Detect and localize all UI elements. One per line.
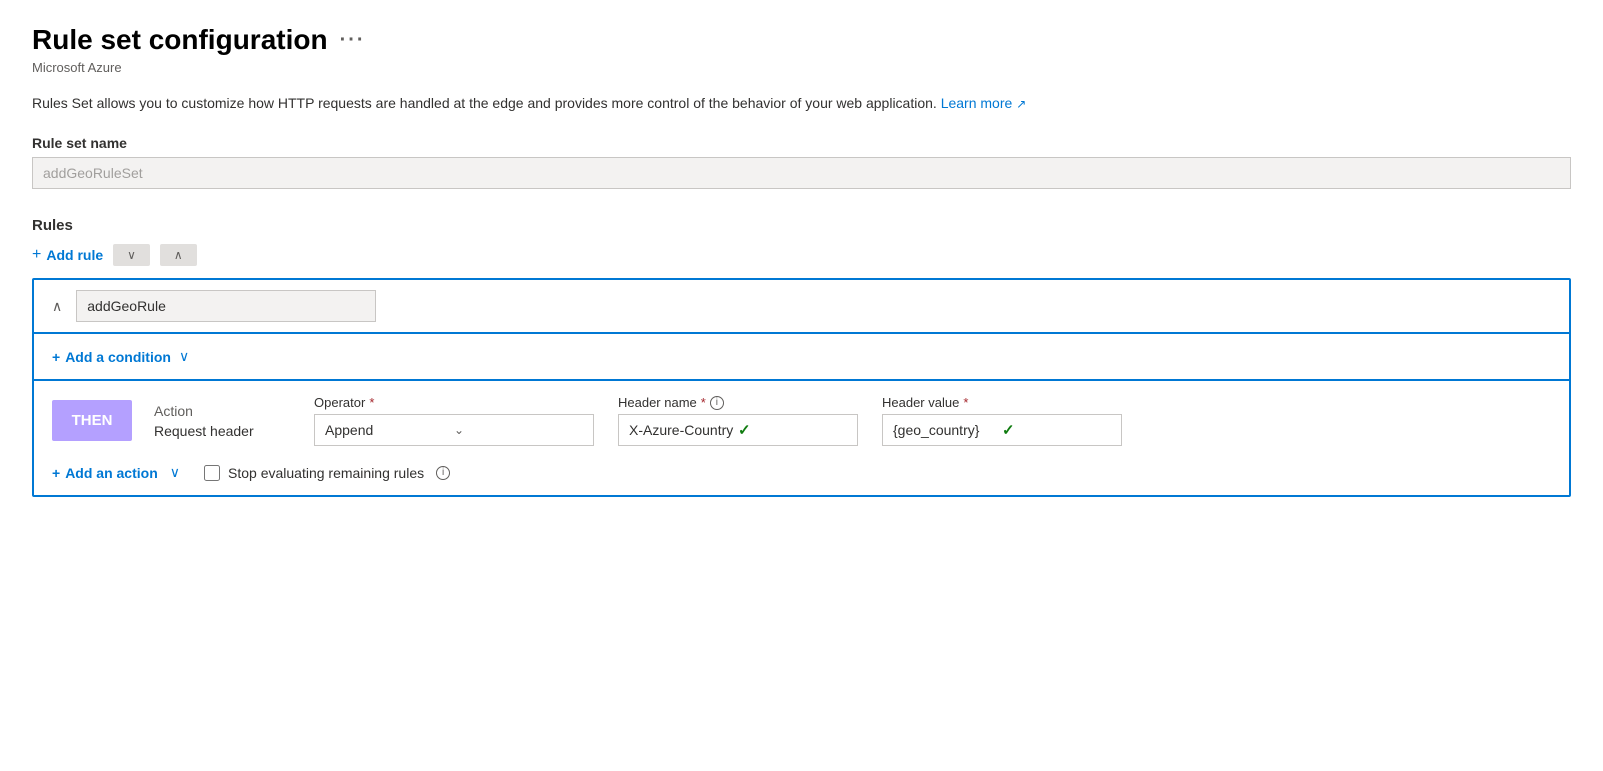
rule-set-name-input[interactable] [32,157,1571,189]
rules-chevron-up-button[interactable]: ∧ [160,244,197,266]
header-value-field-group: Header value * {geo_country} ✓ [882,395,1122,446]
rules-section-title: Rules [32,217,1571,234]
add-condition-chevron-icon: ∨ [179,348,189,365]
condition-bar: + Add a condition ∨ [34,334,1569,381]
rules-chevron-down-button[interactable]: ∨ [113,244,150,266]
page-title-text: Rule set configuration [32,24,328,56]
operator-chevron-icon: ⌄ [454,423,583,437]
stop-evaluating-checkbox[interactable] [204,465,220,481]
then-badge: THEN [52,400,132,441]
page-subtitle: Microsoft Azure [32,60,1571,75]
header-name-info-icon: i [710,396,724,410]
operator-required-star: * [369,395,374,410]
header-name-value: X-Azure-Country [629,422,738,438]
chevron-up-icon: ∧ [174,248,183,262]
action-group: Action Request header [154,403,274,439]
then-row: THEN Action Request header Operator * Ap… [52,395,1551,446]
action-label-value: Request header [154,423,274,439]
learn-more-link[interactable]: Learn more ↗ [941,95,1027,111]
add-action-chevron-icon: ∨ [170,464,180,481]
rule-collapse-button[interactable]: ∧ [48,296,66,317]
page-title: Rule set configuration ··· [32,24,366,56]
header-name-check-icon: ✓ [738,421,847,439]
header-name-required-star: * [701,395,706,410]
rules-toolbar: + Add rule ∨ ∧ [32,244,1571,266]
collapse-icon: ∧ [52,298,62,314]
stop-evaluating-checkbox-label[interactable]: Stop evaluating remaining rules i [204,465,450,481]
add-rule-plus-icon: + [32,246,41,264]
header-value-label: Header value * [882,395,1122,410]
header-value-required-star: * [963,395,968,410]
operator-field-group: Operator * Append ⌄ [314,395,594,446]
rule-name-input[interactable] [76,290,376,322]
header-name-input[interactable]: X-Azure-Country ✓ [618,414,858,446]
rule-header: ∧ [34,280,1569,334]
action-footer: + Add an action ∨ Stop evaluating remain… [52,460,1551,481]
page-description: Rules Set allows you to customize how HT… [32,95,1132,111]
add-rule-label: Add rule [46,247,103,263]
operator-label: Operator * [314,395,594,410]
rule-card: ∧ + Add a condition ∨ THEN Action Reques… [32,278,1571,497]
operator-value: Append [325,422,454,438]
stop-evaluating-label: Stop evaluating remaining rules [228,465,424,481]
header-name-field-group: Header name * i X-Azure-Country ✓ [618,395,858,446]
add-condition-button[interactable]: + Add a condition [52,349,171,365]
add-action-plus-icon: + [52,465,60,481]
stop-evaluating-info-icon: i [436,466,450,480]
title-ellipsis-menu[interactable]: ··· [340,29,366,52]
operator-dropdown[interactable]: Append ⌄ [314,414,594,446]
then-section: THEN Action Request header Operator * Ap… [34,381,1569,495]
rule-set-name-label: Rule set name [32,135,1571,151]
header-name-label: Header name * i [618,395,858,410]
header-value-value: {geo_country} [893,422,1002,438]
add-rule-button[interactable]: + Add rule [32,246,103,264]
action-label-title: Action [154,403,274,419]
chevron-down-icon: ∨ [127,248,136,262]
add-action-button[interactable]: + Add an action [52,465,158,481]
header-value-input[interactable]: {geo_country} ✓ [882,414,1122,446]
add-condition-label: Add a condition [65,349,171,365]
header-value-check-icon: ✓ [1002,421,1111,439]
add-condition-plus-icon: + [52,349,60,365]
add-action-label: Add an action [65,465,158,481]
